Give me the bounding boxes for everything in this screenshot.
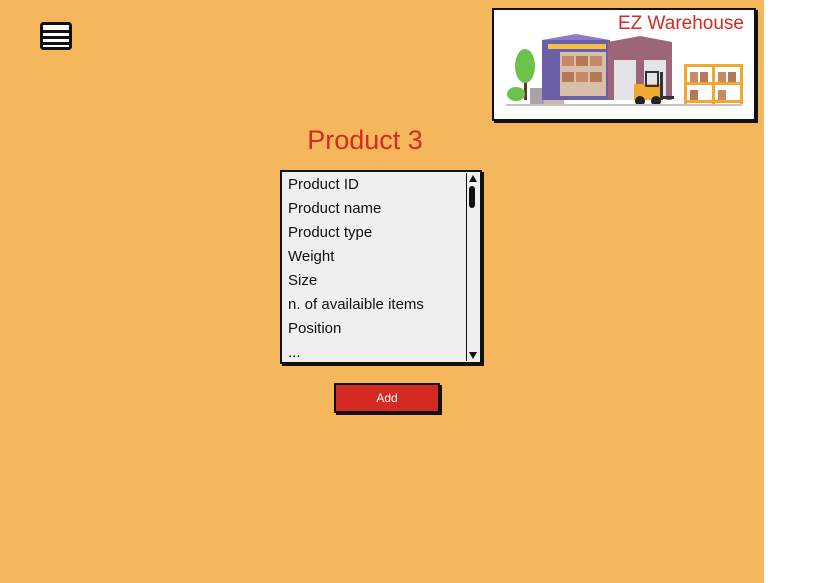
hamburger-menu-button[interactable] (40, 22, 72, 50)
list-item[interactable]: Product ID (288, 173, 424, 197)
list-item[interactable]: Product name (288, 197, 424, 221)
attribute-items: Product ID Product name Product type Wei… (288, 173, 424, 362)
scrollbar-thumb[interactable] (469, 186, 475, 208)
product-attribute-list[interactable]: Product ID Product name Product type Wei… (280, 170, 482, 364)
list-item[interactable]: Product type (288, 221, 424, 245)
list-item[interactable]: n. of availaible items (288, 293, 424, 317)
add-button[interactable]: Add (334, 383, 440, 413)
list-item[interactable]: Size (288, 269, 424, 293)
logo-title: EZ Warehouse (617, 13, 744, 34)
list-item[interactable]: Weight (288, 245, 424, 269)
page-title: Product 3 (307, 125, 423, 155)
logo: EZ Warehouse (492, 8, 756, 121)
scroll-up-arrow-icon[interactable] (468, 174, 478, 184)
warehouse-illustration (506, 34, 743, 106)
hamburger-menu-icon (40, 22, 72, 50)
app-canvas: EZ Warehouse Product 3 Product ID Produc… (0, 0, 764, 583)
list-item[interactable]: Position (288, 317, 424, 341)
scroll-down-arrow-icon[interactable] (468, 350, 478, 360)
list-item[interactable]: ... (288, 341, 424, 362)
vertical-scrollbar[interactable] (466, 173, 479, 361)
